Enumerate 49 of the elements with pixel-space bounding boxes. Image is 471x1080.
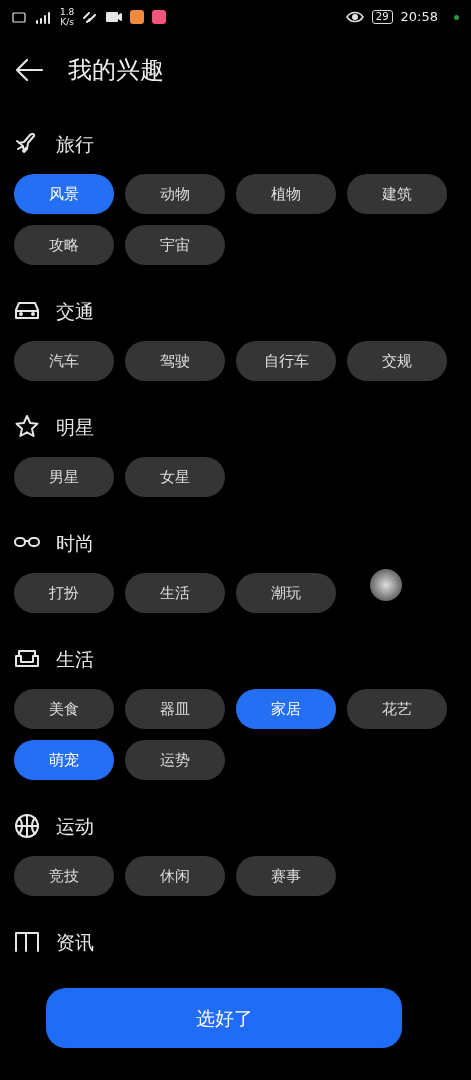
interest-tag[interactable]: 风景	[14, 174, 114, 214]
interest-tag[interactable]: 驾驶	[125, 341, 225, 381]
interest-tag[interactable]: 家居	[236, 689, 336, 729]
interest-tag[interactable]: 宇宙	[125, 225, 225, 265]
interest-tag[interactable]: 交规	[347, 341, 447, 381]
back-button[interactable]	[14, 58, 44, 82]
status-dot	[454, 14, 459, 20]
app-icon	[152, 10, 167, 24]
network-speed: 1.8	[60, 7, 75, 17]
category-title: 运动	[56, 813, 94, 839]
category-title: 生活	[56, 646, 94, 672]
interest-tag[interactable]: 自行车	[236, 341, 336, 381]
category-title: 明星	[56, 414, 94, 440]
interest-tag[interactable]: 攻略	[14, 225, 114, 265]
interest-tag[interactable]: 打扮	[14, 573, 114, 613]
star-icon	[14, 414, 40, 440]
category-title: 交通	[56, 298, 94, 324]
interest-tag[interactable]: 潮玩	[236, 573, 336, 613]
clock: 20:58	[400, 8, 438, 27]
interest-tag[interactable]: 男星	[14, 457, 114, 497]
interest-tag[interactable]: 器皿	[125, 689, 225, 729]
interest-tag[interactable]: 生活	[125, 573, 225, 613]
book-icon	[14, 929, 40, 955]
eye-icon	[345, 11, 364, 23]
interest-tag[interactable]: 休闲	[125, 856, 225, 896]
battery-level: 29	[371, 10, 393, 24]
category-title: 资讯	[56, 929, 94, 955]
category-title: 旅行	[56, 131, 94, 157]
interest-tag[interactable]: 女星	[125, 457, 225, 497]
interest-tag[interactable]: 萌宠	[14, 740, 114, 780]
interest-tag[interactable]: 汽车	[14, 341, 114, 381]
signal-icon	[34, 10, 52, 24]
camera-icon	[106, 11, 123, 23]
page-title: 我的兴趣	[68, 55, 164, 86]
interest-tag[interactable]: 花艺	[347, 689, 447, 729]
interest-tag[interactable]: 建筑	[347, 174, 447, 214]
touch-indicator	[370, 569, 402, 601]
confirm-button[interactable]: 选好了	[46, 988, 402, 1048]
interest-tag[interactable]: 植物	[236, 174, 336, 214]
interest-tag[interactable]: 赛事	[236, 856, 336, 896]
category-title: 时尚	[56, 530, 94, 556]
interest-tag[interactable]: 美食	[14, 689, 114, 729]
interest-tag[interactable]: 竞技	[14, 856, 114, 896]
speed-unit: K/s	[60, 17, 75, 27]
basketball-icon	[14, 813, 40, 839]
app-icon	[130, 10, 145, 24]
link-icon	[82, 11, 99, 23]
interest-tag[interactable]: 运势	[125, 740, 225, 780]
interest-tag[interactable]: 动物	[125, 174, 225, 214]
